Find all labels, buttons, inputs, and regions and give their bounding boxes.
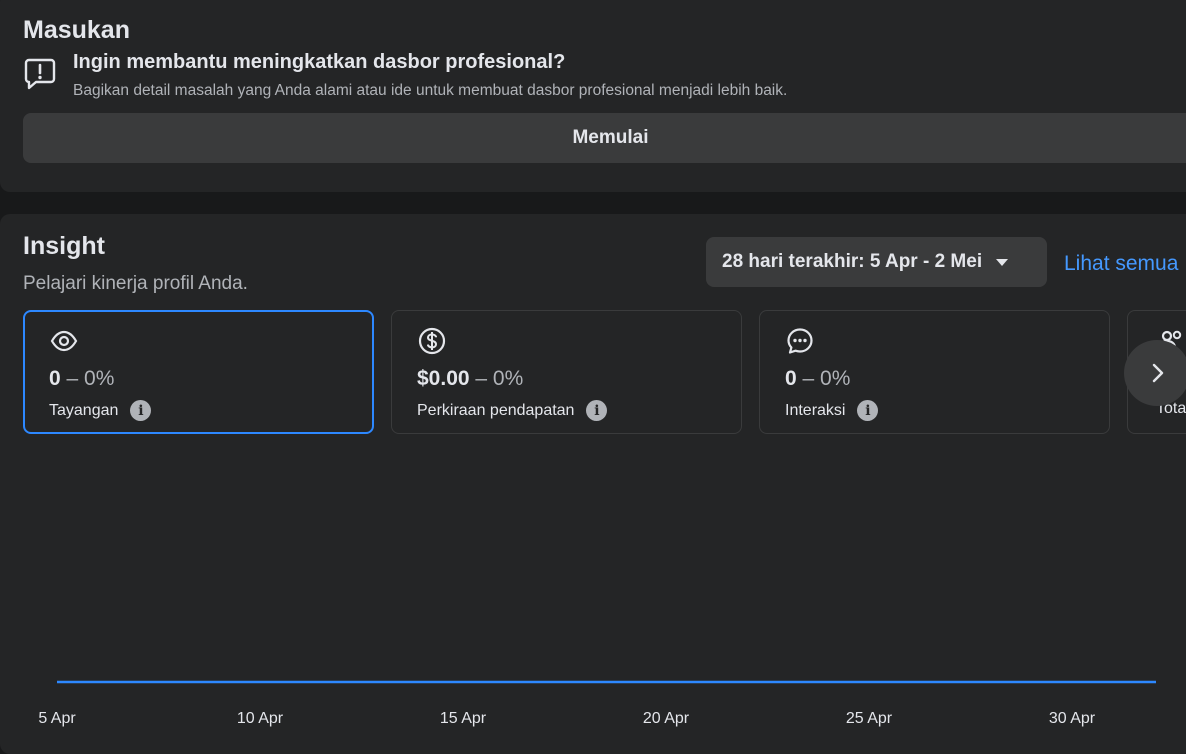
- feedback-title: Masukan: [23, 16, 130, 44]
- info-icon[interactable]: i: [586, 400, 608, 421]
- chat-icon: [787, 328, 813, 354]
- metric-value: $0.00 – 0%: [417, 367, 524, 390]
- feedback-icon: [24, 58, 56, 90]
- metric-card-earnings[interactable]: $0.00 – 0% Perkiraan pendapatan i: [391, 310, 742, 434]
- info-icon[interactable]: i: [130, 400, 152, 421]
- metric-card-interactions[interactable]: 0 – 0% Interaksi i: [759, 310, 1110, 434]
- x-tick-label: 30 Apr: [1049, 710, 1096, 727]
- eye-icon: [50, 330, 78, 352]
- dollar-icon: [418, 327, 446, 355]
- insight-subtitle: Pelajari kinerja profil Anda.: [23, 273, 248, 294]
- info-icon[interactable]: i: [857, 400, 879, 421]
- views-chart: 5 Apr 10 Apr 15 Apr 20 Apr 25 Apr 30 Apr: [38, 680, 1156, 727]
- metric-label: Perkiraan pendapatan i: [417, 400, 608, 421]
- x-tick-label: 15 Apr: [440, 710, 487, 727]
- next-button[interactable]: [1124, 340, 1186, 406]
- x-tick-label: 25 Apr: [846, 710, 893, 727]
- x-tick-label: 5 Apr: [38, 710, 76, 727]
- metric-card-views[interactable]: 0 – 0% Tayangan i: [23, 310, 374, 434]
- insight-title: Insight: [23, 232, 105, 260]
- date-range-dropdown[interactable]: 28 hari terakhir: 5 Apr - 2 Mei: [706, 237, 1047, 287]
- metric-value: 0 – 0%: [49, 367, 115, 390]
- feedback-question: Ingin membantu meningkatkan dasbor profe…: [73, 51, 566, 73]
- x-tick-label: 10 Apr: [237, 710, 284, 727]
- metric-label: Tayangan i: [49, 400, 152, 421]
- see-all-link[interactable]: Lihat semua: [1064, 252, 1178, 276]
- date-range-label: 28 hari terakhir: 5 Apr - 2 Mei: [722, 251, 983, 272]
- feedback-card: Masukan Ingin membantu meningkatkan dasb…: [0, 0, 1186, 192]
- caret-down-icon: [996, 258, 1009, 266]
- x-tick-label: 20 Apr: [643, 710, 690, 727]
- feedback-description: Bagikan detail masalah yang Anda alami a…: [73, 82, 788, 99]
- metric-value: 0 – 0%: [785, 367, 851, 390]
- start-button[interactable]: Memulai: [23, 113, 1186, 163]
- metric-label: Interaksi i: [785, 400, 879, 421]
- chevron-right-icon: [1152, 363, 1164, 383]
